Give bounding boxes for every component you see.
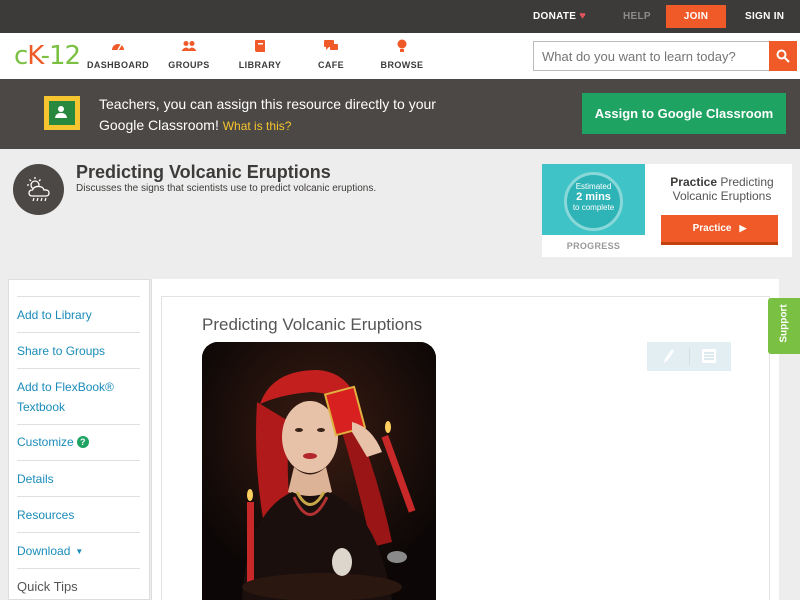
nav-cafe[interactable]: CAFE <box>296 39 366 70</box>
library-icon <box>225 39 295 57</box>
nav-dashboard[interactable]: DASHBOARD <box>83 39 153 70</box>
support-tab[interactable]: Support <box>768 298 800 354</box>
progress-label: PROGRESS <box>566 241 621 251</box>
sign-in-link[interactable]: SIGN IN <box>745 0 784 33</box>
help-icon[interactable]: ? <box>76 436 89 448</box>
join-button[interactable]: JOIN <box>666 5 726 28</box>
page-title: Predicting Volcanic Eruptions <box>76 162 331 182</box>
content-title: Predicting Volcanic Eruptions <box>202 315 423 334</box>
details-link[interactable]: Details <box>17 460 140 496</box>
lesson-image <box>202 342 436 600</box>
ck12-logo[interactable]: cK-12 <box>14 42 81 70</box>
left-sidebar: Add to Library Share to Groups Add to Fl… <box>8 279 150 600</box>
google-classroom-banner: Teachers, you can assign this resource d… <box>0 79 800 149</box>
share-to-groups-link[interactable]: Share to Groups <box>17 332 140 368</box>
google-classroom-icon <box>44 96 80 130</box>
main-navbar: cK-12 DASHBOARD GROUPS LIBRARY CAFE BROW… <box>0 33 800 79</box>
help-link[interactable]: HELP <box>623 0 651 33</box>
notes-icon[interactable] <box>702 349 716 368</box>
dashboard-icon <box>83 39 153 57</box>
download-link[interactable]: Download ▼ <box>17 532 140 568</box>
customize-link[interactable]: Customize? <box>17 424 140 460</box>
chevron-right-icon: ▶ <box>739 223 747 233</box>
add-to-library-link[interactable]: Add to Library <box>17 296 140 332</box>
content-tools <box>647 342 731 371</box>
top-utility-bar: DONATE ♥ HELP JOIN SIGN IN <box>0 0 800 33</box>
practice-button[interactable]: Practice ▶ <box>661 215 778 245</box>
quick-tips-heading[interactable]: Quick Tips <box>17 568 140 600</box>
heart-icon: ♥ <box>579 10 587 22</box>
practice-description: Practice Predicting Volcanic Eruptions <box>670 175 774 203</box>
assign-to-google-classroom-button[interactable]: Assign to Google Classroom <box>582 93 786 134</box>
weather-cloud-icon <box>13 164 64 215</box>
nav-browse[interactable]: BROWSE <box>367 39 437 70</box>
classroom-banner-text: Teachers, you can assign this resource d… <box>99 96 436 133</box>
groups-icon <box>154 39 224 57</box>
progress-graphic: Estimated 2 mins to complete <box>542 164 645 235</box>
search-button[interactable] <box>769 41 797 71</box>
nav-groups[interactable]: GROUPS <box>154 39 224 70</box>
what-is-this-link[interactable]: What is this? <box>223 119 292 133</box>
caret-down-icon: ▼ <box>75 547 84 556</box>
search-input[interactable] <box>533 41 770 71</box>
resources-link[interactable]: Resources <box>17 496 140 532</box>
practice-panel: Estimated 2 mins to complete PROGRESS Pr… <box>542 164 792 257</box>
donate-link[interactable]: DONATE ♥ <box>533 0 586 33</box>
nav-library[interactable]: LIBRARY <box>225 39 295 70</box>
search-icon <box>776 49 790 63</box>
page-subtitle: Discusses the signs that scientists use … <box>76 183 377 194</box>
pencil-icon[interactable] <box>663 348 675 369</box>
add-to-flexbook-link[interactable]: Add to FlexBook® Textbook <box>17 368 140 424</box>
browse-icon <box>367 39 437 57</box>
cafe-icon <box>296 39 366 57</box>
